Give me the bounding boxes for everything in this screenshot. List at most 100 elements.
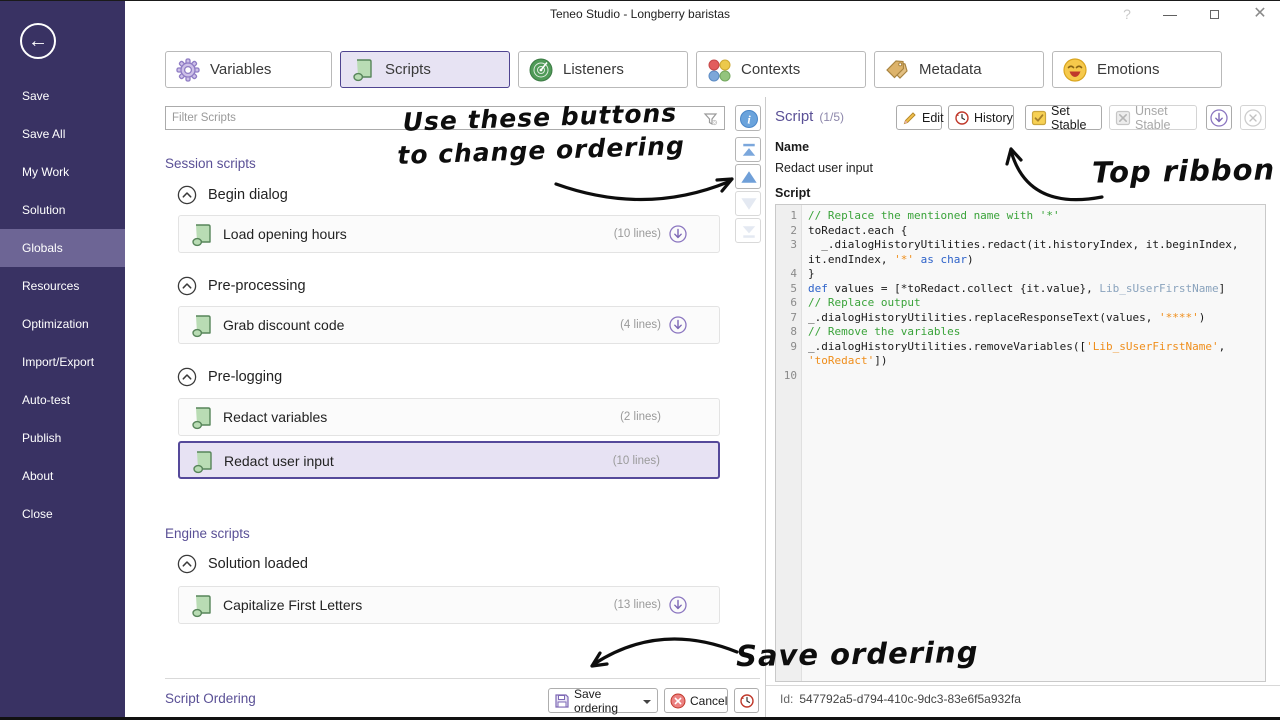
group-begin-dialog[interactable]: Begin dialog xyxy=(177,185,288,205)
sidebar-item-about[interactable]: About xyxy=(0,457,125,495)
tab-emotions[interactable]: Emotions xyxy=(1052,51,1222,88)
circle-x-icon xyxy=(1244,109,1262,127)
sidebar-item-close[interactable]: Close xyxy=(0,495,125,533)
sidebar-item-auto-test[interactable]: Auto-test xyxy=(0,381,125,419)
collapse-chevron-icon[interactable] xyxy=(177,554,197,574)
sidebar-item-publish[interactable]: Publish xyxy=(0,419,125,457)
group-pre-processing[interactable]: Pre-processing xyxy=(177,276,306,296)
sidebar-item-my-work[interactable]: My Work xyxy=(0,153,125,191)
group-solution-loaded[interactable]: Solution loaded xyxy=(177,554,308,574)
download-icon[interactable] xyxy=(669,596,687,614)
script-title: Load opening hours xyxy=(223,216,347,252)
maximize-button[interactable] xyxy=(1197,1,1231,27)
line-number: 8 xyxy=(776,325,802,340)
edit-label: Edit xyxy=(922,111,944,125)
info-button[interactable]: i xyxy=(735,105,761,131)
script-row-load-opening-hours[interactable]: Load opening hours (10 lines) xyxy=(178,215,720,253)
ordering-history-button[interactable] xyxy=(734,688,759,713)
move-to-bottom-button[interactable] xyxy=(735,218,761,243)
sidebar-item-globals[interactable]: Globals xyxy=(0,229,125,267)
group-label: Solution loaded xyxy=(208,556,308,572)
sidebar-item-import-export[interactable]: Import/Export xyxy=(0,343,125,381)
history-clock-icon xyxy=(739,693,755,709)
tab-metadata[interactable]: Metadata xyxy=(874,51,1044,88)
pencil-icon xyxy=(902,110,918,126)
script-scroll-icon xyxy=(190,449,216,475)
download-script-button[interactable] xyxy=(1206,105,1232,130)
edit-button[interactable]: Edit xyxy=(896,105,942,130)
minimize-button[interactable]: — xyxy=(1153,1,1187,27)
sidebar-item-resources[interactable]: Resources xyxy=(0,267,125,305)
tab-listeners[interactable]: Listeners xyxy=(518,51,688,88)
delete-script-button[interactable] xyxy=(1240,105,1266,130)
line-number: 1 xyxy=(776,209,802,224)
script-ordering-label: Script Ordering xyxy=(165,691,256,706)
group-pre-logging[interactable]: Pre-logging xyxy=(177,367,282,387)
floppy-disk-icon xyxy=(554,693,570,709)
collapse-chevron-icon[interactable] xyxy=(177,276,197,296)
engine-scripts-header: Engine scripts xyxy=(165,526,250,541)
collapse-chevron-icon[interactable] xyxy=(177,185,197,205)
annotation-top-ribbon: Top ribbon xyxy=(1092,152,1276,189)
tab-scripts[interactable]: Scripts xyxy=(340,51,510,88)
group-label: Pre-logging xyxy=(208,369,282,385)
tab-label: Metadata xyxy=(919,61,982,78)
move-to-top-icon xyxy=(738,140,760,161)
tags-icon xyxy=(884,57,910,83)
tab-contexts[interactable]: Contexts xyxy=(696,51,866,88)
script-detail-title: Script xyxy=(775,108,813,125)
set-stable-button[interactable]: Set Stable xyxy=(1025,105,1102,130)
close-button[interactable]: ✕ xyxy=(1243,1,1277,27)
script-label: Script xyxy=(775,186,810,200)
id-label: Id: xyxy=(780,692,793,706)
script-row-capitalize-first-letters[interactable]: Capitalize First Letters (13 lines) xyxy=(178,586,720,624)
clear-filter-icon[interactable] xyxy=(703,111,719,127)
back-arrow-icon: ← xyxy=(28,30,48,52)
download-icon[interactable] xyxy=(669,316,687,334)
help-button[interactable]: ? xyxy=(1110,1,1144,27)
line-count: (10 lines) xyxy=(614,216,661,252)
info-icon: i xyxy=(738,108,760,130)
tab-variables[interactable]: Variables xyxy=(165,51,332,88)
line-number: 6 xyxy=(776,296,802,311)
dropdown-caret-icon xyxy=(643,700,651,704)
filter-scripts-input[interactable] xyxy=(172,108,692,128)
panel-divider xyxy=(765,97,766,717)
script-title: Grab discount code xyxy=(223,307,344,343)
sidebar-item-optimization[interactable]: Optimization xyxy=(0,305,125,343)
set-stable-label: Set Stable xyxy=(1051,104,1101,132)
four-dots-icon xyxy=(706,57,732,83)
unstable-checkbox-icon xyxy=(1115,110,1131,126)
collapse-chevron-icon[interactable] xyxy=(177,367,197,387)
line-count: (2 lines) xyxy=(620,399,661,435)
session-scripts-header: Session scripts xyxy=(165,156,256,171)
move-to-bottom-icon xyxy=(738,221,760,242)
back-button[interactable]: ← xyxy=(20,23,56,59)
unset-stable-button[interactable]: Unset Stable xyxy=(1109,105,1197,130)
script-row-redact-variables[interactable]: Redact variables (2 lines) xyxy=(178,398,720,436)
sidebar-item-solution[interactable]: Solution xyxy=(0,191,125,229)
sidebar-item-save[interactable]: Save xyxy=(0,77,125,115)
sidebar-item-save-all[interactable]: Save All xyxy=(0,115,125,153)
save-ordering-button[interactable]: Save ordering xyxy=(548,688,658,713)
script-row-redact-user-input[interactable]: Redact user input (10 lines) xyxy=(178,441,720,479)
move-up-button[interactable] xyxy=(735,164,761,189)
move-to-top-button[interactable] xyxy=(735,137,761,162)
line-number: 2 xyxy=(776,224,802,239)
move-down-button[interactable] xyxy=(735,191,761,216)
download-icon[interactable] xyxy=(669,225,687,243)
script-detail-header: Script(1/5) xyxy=(775,108,844,125)
script-title: Redact user input xyxy=(224,443,334,479)
script-code-editor[interactable]: 1// Replace the mentioned name with '*' … xyxy=(775,204,1266,682)
gear-icon xyxy=(175,57,201,83)
cancel-x-icon xyxy=(670,693,686,709)
script-row-grab-discount-code[interactable]: Grab discount code (4 lines) xyxy=(178,306,720,344)
download-icon xyxy=(1210,109,1228,127)
group-label: Begin dialog xyxy=(208,187,288,203)
script-title: Capitalize First Letters xyxy=(223,587,362,623)
line-count: (4 lines) xyxy=(620,307,661,343)
history-button[interactable]: History xyxy=(948,105,1014,130)
annotation-text: to change ordering xyxy=(393,129,689,172)
cancel-button[interactable]: Cancel xyxy=(664,688,728,713)
script-title: Redact variables xyxy=(223,399,327,435)
